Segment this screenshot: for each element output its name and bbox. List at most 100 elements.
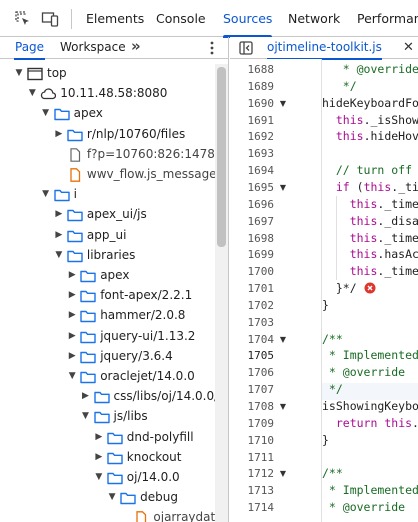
code-line[interactable]: */ bbox=[322, 381, 343, 398]
code-line[interactable]: isShowingKeyboa bbox=[322, 398, 418, 415]
tree-item[interactable]: ▼ apex bbox=[0, 104, 215, 124]
line-number[interactable]: 1701 bbox=[238, 280, 275, 297]
tab-workspace[interactable]: Workspace bbox=[60, 37, 126, 59]
fold-arrow-icon[interactable]: ▼ bbox=[278, 331, 288, 348]
code-line[interactable]: * Implemented bbox=[322, 482, 418, 499]
code-line[interactable]: * @override bbox=[322, 61, 418, 78]
line-number[interactable]: 1707 bbox=[238, 381, 275, 398]
expanded-arrow-icon[interactable]: ▼ bbox=[67, 371, 77, 381]
collapsed-arrow-icon[interactable]: ▶ bbox=[67, 290, 77, 300]
line-number[interactable]: 1704 bbox=[238, 331, 275, 348]
more-options-icon[interactable] bbox=[209, 41, 215, 55]
fold-arrow-icon[interactable]: ▼ bbox=[278, 179, 288, 196]
expanded-arrow-icon[interactable]: ▼ bbox=[14, 68, 24, 78]
line-number[interactable]: 1693 bbox=[238, 145, 275, 162]
file-tab-ojtimeline-toolkit[interactable]: ojtimeline-toolkit.js bbox=[267, 37, 382, 60]
line-number[interactable]: 1705 bbox=[238, 347, 275, 364]
expanded-arrow-icon[interactable]: ▼ bbox=[27, 88, 37, 98]
line-number[interactable]: 1702 bbox=[238, 297, 275, 314]
code-line[interactable]: } bbox=[322, 432, 329, 449]
fold-arrow-icon[interactable]: ▼ bbox=[278, 95, 288, 112]
line-number[interactable]: 1703 bbox=[238, 314, 275, 331]
collapsed-arrow-icon[interactable]: ▶ bbox=[54, 209, 64, 219]
expanded-arrow-icon[interactable]: ▼ bbox=[41, 108, 51, 118]
line-number[interactable]: 1708 bbox=[238, 398, 275, 415]
navigator-scrollbar-thumb[interactable] bbox=[217, 67, 226, 247]
fold-arrow-icon[interactable]: ▼ bbox=[278, 465, 288, 482]
expanded-arrow-icon[interactable]: ▼ bbox=[41, 189, 51, 199]
line-number[interactable]: 1697 bbox=[238, 213, 275, 230]
collapsed-arrow-icon[interactable]: ▶ bbox=[67, 351, 77, 361]
collapsed-arrow-icon[interactable]: ▶ bbox=[67, 270, 77, 280]
code-line[interactable]: /** bbox=[322, 465, 343, 482]
line-number[interactable]: 1689 bbox=[238, 78, 275, 95]
code-line[interactable]: this.hideHove bbox=[322, 128, 418, 145]
code-line[interactable]: * Implemented bbox=[322, 347, 418, 364]
fold-arrow-icon[interactable]: ▼ bbox=[278, 398, 288, 415]
expanded-arrow-icon[interactable]: ▼ bbox=[94, 472, 104, 482]
code-line[interactable]: * @override bbox=[322, 364, 405, 381]
tree-item[interactable]: ▶ dnd-polyfill bbox=[0, 428, 215, 448]
tree-item[interactable]: ▶ app_ui bbox=[0, 226, 215, 246]
tree-item[interactable]: f?p=10760:826:14787540 bbox=[0, 145, 228, 165]
more-tabs-chevron-icon[interactable]: » bbox=[131, 37, 141, 58]
error-icon[interactable] bbox=[364, 282, 376, 294]
tree-item[interactable]: wwv_flow.js_messages?p_ bbox=[0, 165, 228, 185]
tab-console[interactable]: Console bbox=[156, 0, 206, 37]
tree-item[interactable]: ▶ font-apex/2.2.1 bbox=[0, 286, 215, 306]
tree-item[interactable]: ▼ i bbox=[0, 185, 215, 205]
collapsed-arrow-icon[interactable]: ▶ bbox=[67, 310, 77, 320]
code-line[interactable]: if (this._tim bbox=[322, 179, 418, 196]
tree-item[interactable]: ▶ r/nlp/10760/files bbox=[0, 125, 215, 145]
collapsed-arrow-icon[interactable]: ▶ bbox=[94, 452, 104, 462]
code-line[interactable]: return this._ bbox=[322, 415, 418, 432]
code-line[interactable]: */ bbox=[322, 78, 357, 95]
line-number[interactable]: 1713 bbox=[238, 482, 275, 499]
collapsed-arrow-icon[interactable]: ▶ bbox=[54, 230, 64, 240]
line-number[interactable]: 1700 bbox=[238, 263, 275, 280]
collapsed-arrow-icon[interactable]: ▶ bbox=[81, 391, 91, 401]
line-number[interactable]: 1694 bbox=[238, 162, 275, 179]
tree-item[interactable]: ▶ css/libs/oj/14.0.0/alt bbox=[0, 387, 228, 407]
collapsed-arrow-icon[interactable]: ▶ bbox=[67, 331, 77, 341]
line-number[interactable]: 1696 bbox=[238, 196, 275, 213]
code-line[interactable]: hideKeyboardFoc bbox=[322, 95, 418, 112]
line-number[interactable]: 1698 bbox=[238, 230, 275, 247]
line-number[interactable]: 1688 bbox=[238, 61, 275, 78]
tree-item[interactable]: ▶ hammer/2.0.8 bbox=[0, 306, 215, 326]
tree-item[interactable]: ▶ jquery-ui/1.13.2 bbox=[0, 327, 215, 347]
tree-item[interactable]: ▼ libraries bbox=[0, 246, 215, 266]
code-line[interactable]: // turn off a bbox=[322, 162, 418, 179]
tab-performance[interactable]: Performanc bbox=[357, 0, 418, 37]
collapsed-arrow-icon[interactable]: ▶ bbox=[54, 129, 64, 139]
device-toolbar-icon[interactable] bbox=[41, 10, 59, 28]
tree-item[interactable]: ▶ knockout bbox=[0, 448, 215, 468]
tab-sources[interactable]: Sources bbox=[223, 0, 273, 38]
code-line[interactable]: }*/ bbox=[322, 280, 357, 297]
expanded-arrow-icon[interactable]: ▼ bbox=[107, 492, 117, 502]
collapsed-arrow-icon[interactable]: ▶ bbox=[94, 432, 104, 442]
tab-network[interactable]: Network bbox=[288, 0, 340, 37]
tree-item[interactable]: ▶ jquery/3.6.4 bbox=[0, 347, 215, 367]
code-line[interactable]: this._isShowi bbox=[322, 112, 418, 129]
line-number[interactable]: 1692 bbox=[238, 128, 275, 145]
line-number[interactable]: 1695 bbox=[238, 179, 275, 196]
line-number[interactable]: 1709 bbox=[238, 415, 275, 432]
line-number[interactable]: 1714 bbox=[238, 499, 275, 516]
tree-item[interactable]: ▼ debug bbox=[0, 488, 215, 508]
tree-item[interactable]: ▼ oj/14.0.0 bbox=[0, 468, 215, 488]
tree-item[interactable]: ojarraydatapr bbox=[0, 508, 228, 522]
code-line[interactable]: /** bbox=[322, 331, 343, 348]
line-number[interactable]: 1699 bbox=[238, 246, 275, 263]
line-number[interactable]: 1706 bbox=[238, 364, 275, 381]
select-element-icon[interactable] bbox=[14, 10, 32, 28]
tab-page[interactable]: Page bbox=[13, 37, 46, 60]
code-line[interactable]: * @override bbox=[322, 499, 405, 516]
expanded-arrow-icon[interactable]: ▼ bbox=[81, 411, 91, 421]
line-number[interactable]: 1712 bbox=[238, 465, 275, 482]
tree-item[interactable]: ▼ top bbox=[0, 64, 215, 84]
tree-item[interactable]: ▶ apex_ui/js bbox=[0, 205, 215, 225]
tree-item[interactable]: ▼ js/libs bbox=[0, 407, 215, 427]
close-tab-icon[interactable]: ✕ bbox=[403, 37, 414, 58]
line-number[interactable]: 1690 bbox=[238, 95, 275, 112]
